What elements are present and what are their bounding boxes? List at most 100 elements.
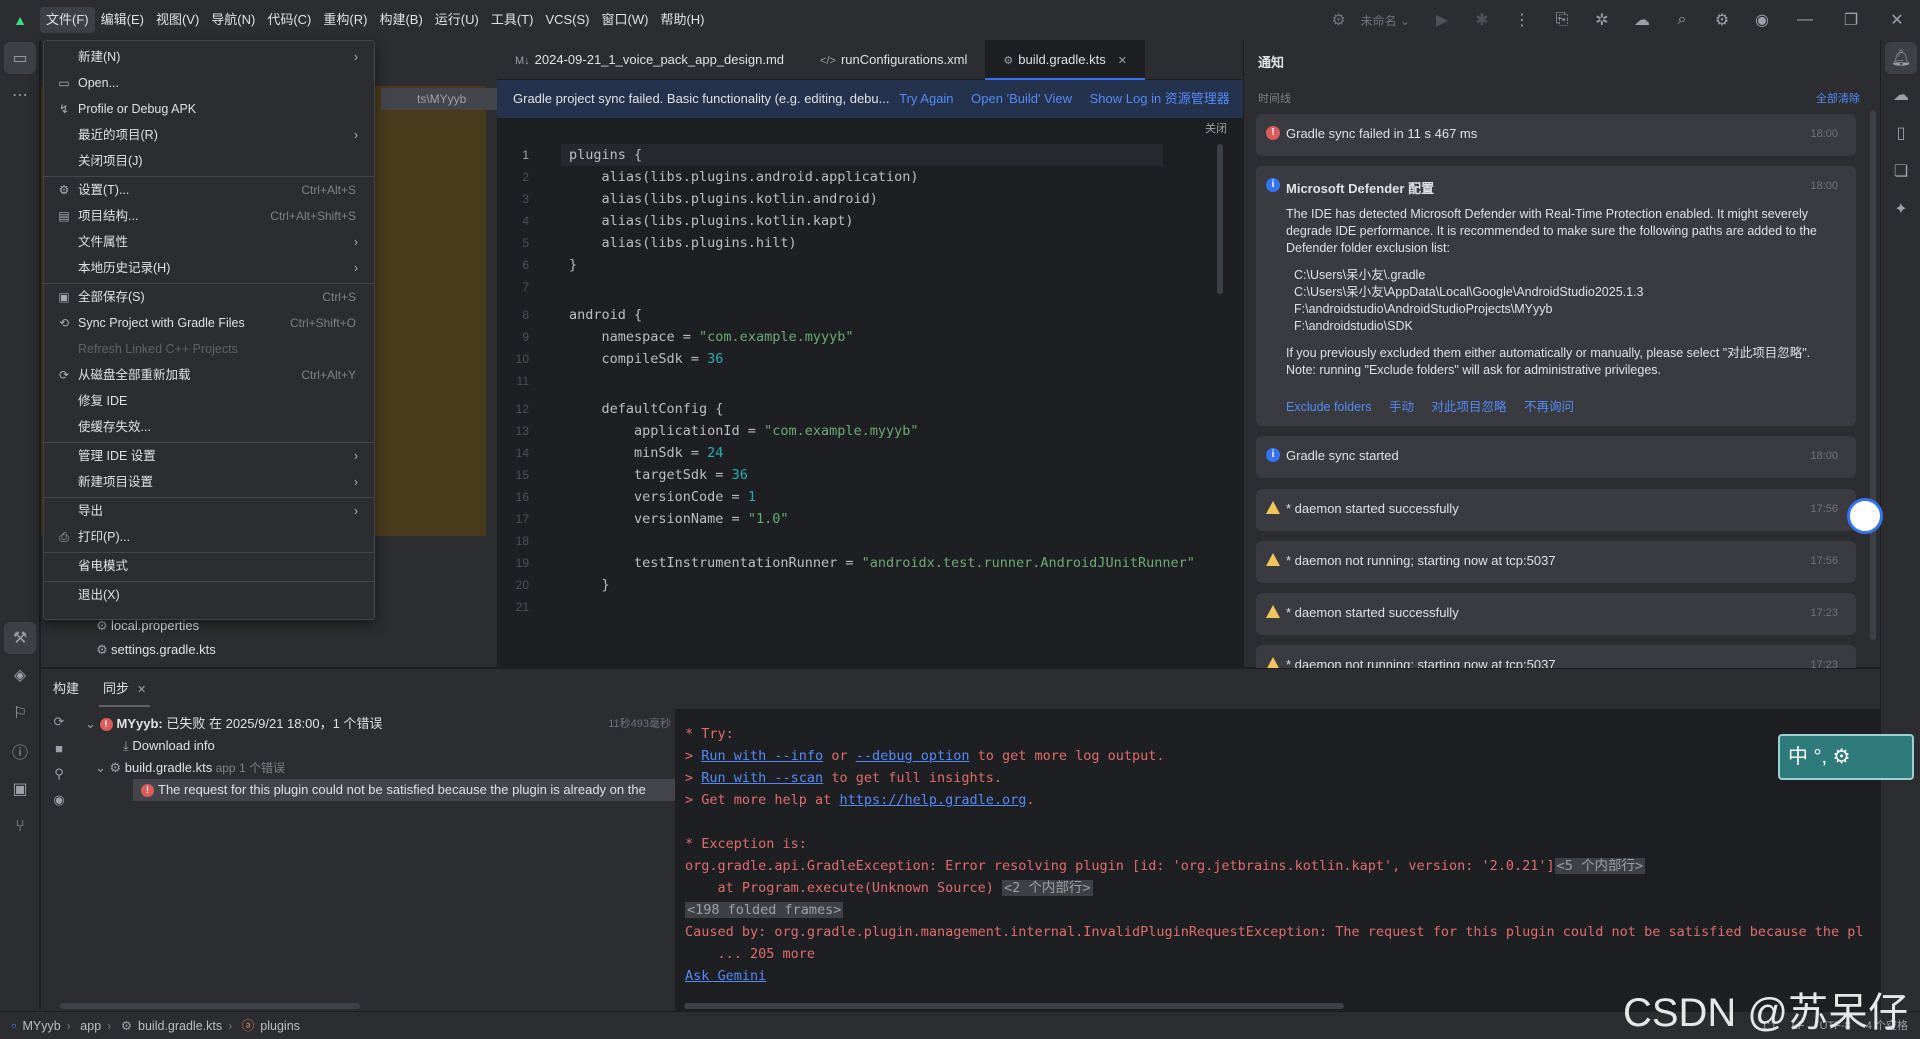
tree-item-settings-gradle[interactable]: ⚙ settings.gradle.kts — [93, 639, 216, 661]
file-menu-item[interactable]: ⚙ 设置(T)... Ctrl+Alt+S — [50, 178, 368, 202]
file-menu-item[interactable]: 修复 IDE — [50, 389, 368, 413]
run-icon[interactable]: ▶ — [1422, 0, 1462, 40]
fold-marker[interactable]: <5 个内部行> — [1554, 858, 1646, 874]
menu-navigate[interactable]: 导航(N) — [205, 7, 261, 33]
eye-icon[interactable]: ◉ — [41, 787, 77, 813]
defender-notification-card[interactable]: i Microsoft Defender 配置 18:00 The IDE ha… — [1256, 166, 1856, 426]
file-menu-item[interactable]: 管理 IDE 设置 › — [50, 444, 368, 468]
notification-card[interactable]: ! Gradle sync failed in 11 s 467 ms 18:0… — [1256, 114, 1856, 156]
fold-marker[interactable]: <2 个内部行> — [1002, 880, 1093, 896]
sync-icon[interactable]: ⟳ — [41, 709, 77, 735]
menu-code[interactable]: 代码(C) — [261, 7, 317, 33]
file-menu-item[interactable]: 本地历史记录(H) › — [50, 256, 368, 280]
file-menu-item[interactable]: ▤ 项目结构... Ctrl+Alt+Shift+S — [50, 204, 368, 228]
close-icon[interactable]: ✕ — [1874, 0, 1920, 40]
fold-marker[interactable]: <198 folded frames> — [685, 902, 844, 918]
gemini-cloud-icon[interactable]: ☁ — [1881, 76, 1920, 114]
file-menu-item[interactable]: 新建(N) › — [50, 45, 368, 69]
file-menu-item[interactable]: 导出 › — [50, 499, 368, 523]
file-menu-item[interactable]: 关闭项目(J) — [50, 149, 368, 173]
notifications-scrollbar[interactable] — [1870, 110, 1876, 640]
editor-scrollbar[interactable] — [1217, 144, 1223, 294]
file-menu-item[interactable]: 省电模式 — [50, 554, 368, 578]
menu-edit[interactable]: 编辑(E) — [95, 7, 150, 33]
menu-help[interactable]: 帮助(H) — [654, 7, 710, 33]
app-inspection-icon[interactable]: ⚐ — [0, 694, 40, 732]
bug-icon[interactable]: ✲ — [1582, 0, 1622, 40]
show-log-link[interactable]: Show Log in 资源管理器 — [1090, 91, 1230, 106]
gear-icon[interactable]: ⚙ — [1702, 0, 1742, 40]
menu-build[interactable]: 构建(B) — [373, 7, 428, 33]
close-icon[interactable]: ✕ — [137, 684, 146, 696]
notification-card[interactable]: * daemon started successfully 17:56 — [1256, 489, 1856, 531]
build-icon[interactable]: ⚒ — [4, 622, 36, 654]
tab-sync[interactable]: 同步 ✕ — [91, 669, 158, 709]
file-menu-item[interactable]: ⟳ 从磁盘全部重新加载 Ctrl+Alt+Y — [50, 363, 368, 387]
file-menu-item[interactable]: ⎙ 打印(P)... — [50, 525, 368, 549]
device-manager-icon[interactable]: ⎘ — [1542, 0, 1582, 40]
exclude-folders-link[interactable]: Exclude folders — [1286, 400, 1371, 414]
try-again-link[interactable]: Try Again — [899, 91, 953, 106]
minimize-icon[interactable]: — — [1782, 0, 1828, 40]
menu-vcs[interactable]: VCS(S) — [539, 7, 595, 33]
clear-all-link[interactable]: 全部清除 — [1816, 90, 1860, 106]
notifications-bell-icon[interactable]: 🔔︎ — [1885, 42, 1917, 74]
tab-run-configurations[interactable]: </> runConfigurations.xml — [802, 40, 985, 80]
run-config-selector[interactable]: 未命名 ⌄ — [1349, 12, 1422, 29]
assistant-float-icon[interactable] — [1847, 498, 1883, 534]
tab-close-icon[interactable]: ✕ — [1118, 55, 1127, 67]
tab-voice-pack-md[interactable]: M↓ 2024-09-21_1_voice_pack_app_design.md — [497, 40, 802, 80]
ime-toolbar[interactable]: 中 °, ⚙ — [1778, 734, 1914, 780]
restore-icon[interactable]: ❐ — [1828, 0, 1874, 40]
menu-file[interactable]: 文件(F) — [40, 7, 95, 33]
build-tree-scrollbar[interactable] — [60, 1003, 360, 1009]
menu-view[interactable]: 视图(V) — [150, 7, 205, 33]
notification-card[interactable]: * daemon not running; starting now at tc… — [1256, 541, 1856, 583]
notification-card[interactable]: * daemon started successfully 17:23 — [1256, 593, 1856, 635]
more-tools-icon[interactable]: ⋯ — [0, 76, 40, 114]
file-menu-item[interactable]: 使缓存失效... — [50, 415, 368, 439]
copy-icon[interactable]: ❏ — [1881, 152, 1920, 190]
menu-run[interactable]: 运行(U) — [429, 7, 485, 33]
menu-tools[interactable]: 工具(T) — [485, 7, 540, 33]
breadcrumb-item[interactable]: app — [80, 1019, 101, 1033]
manual-link[interactable]: 手动 — [1389, 400, 1414, 414]
run-info-link[interactable]: Run with --info — [701, 748, 823, 764]
debug-option-link[interactable]: --debug option — [856, 748, 970, 764]
file-menu-item[interactable]: 最近的项目(R) › — [50, 123, 368, 147]
sparkle-icon[interactable]: ✦ — [1881, 190, 1920, 228]
tab-build-gradle[interactable]: ⚙ build.gradle.kts ✕ — [985, 40, 1145, 80]
more-icon[interactable]: ⋮ — [1502, 0, 1542, 40]
notification-card[interactable]: i Gradle sync started 18:00 — [1256, 436, 1856, 478]
search-icon[interactable]: ⌕ — [1662, 0, 1702, 40]
menu-window[interactable]: 窗口(W) — [596, 7, 655, 33]
file-menu-item[interactable]: 新建项目设置 › — [50, 470, 368, 494]
download-info-row[interactable]: ⤓ Download info — [123, 735, 215, 757]
breadcrumb-item[interactable]: build.gradle.kts — [138, 1019, 222, 1033]
menu-refactor[interactable]: 重构(R) — [317, 7, 373, 33]
ignore-project-link[interactable]: 对此项目忽略 — [1431, 400, 1506, 414]
breadcrumb-item[interactable]: MYyyb — [22, 1019, 60, 1033]
project-folder-icon[interactable]: ▭ — [4, 42, 36, 74]
code-area[interactable]: plugins { alias(libs.plugins.android.app… — [561, 140, 1221, 667]
git-branch-icon[interactable]: ⑂ — [0, 808, 40, 846]
file-menu-item[interactable]: ↯ Profile or Debug APK — [50, 97, 368, 121]
device-file-icon[interactable]: ▯ — [1881, 114, 1920, 152]
file-menu-item[interactable]: ▣ 全部保存(S) Ctrl+S — [50, 285, 368, 309]
breadcrumb-item[interactable]: plugins — [260, 1019, 300, 1033]
gemini-icon[interactable]: ☁ — [1622, 0, 1662, 40]
open-build-view-link[interactable]: Open 'Build' View — [971, 91, 1072, 106]
file-menu-item[interactable]: 退出(X) — [50, 583, 368, 607]
ask-gemini-link[interactable]: Ask Gemini — [685, 968, 766, 984]
build-root-row[interactable]: ⌄ ! MYyyb: 已失败 在 2025/9/21 18:00，1 个错误 11… — [85, 713, 715, 735]
run-scan-link[interactable]: Run with --scan — [701, 770, 823, 786]
banner-close[interactable]: 关闭 — [497, 118, 1243, 140]
file-menu-item[interactable]: ⟲ Sync Project with Gradle Files Ctrl+Shif… — [50, 311, 368, 335]
tab-build[interactable]: 构建 — [41, 669, 91, 709]
dont-ask-again-link[interactable]: 不再询问 — [1524, 400, 1574, 414]
build-console[interactable]: * Try: > Run with --info or --debug opti… — [675, 709, 1880, 1012]
stop-icon[interactable]: ■ — [41, 735, 77, 761]
gradle-icon[interactable]: ◈ — [0, 656, 40, 694]
file-menu-item[interactable]: ▭ Open... — [50, 71, 368, 95]
file-menu-item[interactable]: 文件属性 › — [50, 230, 368, 254]
